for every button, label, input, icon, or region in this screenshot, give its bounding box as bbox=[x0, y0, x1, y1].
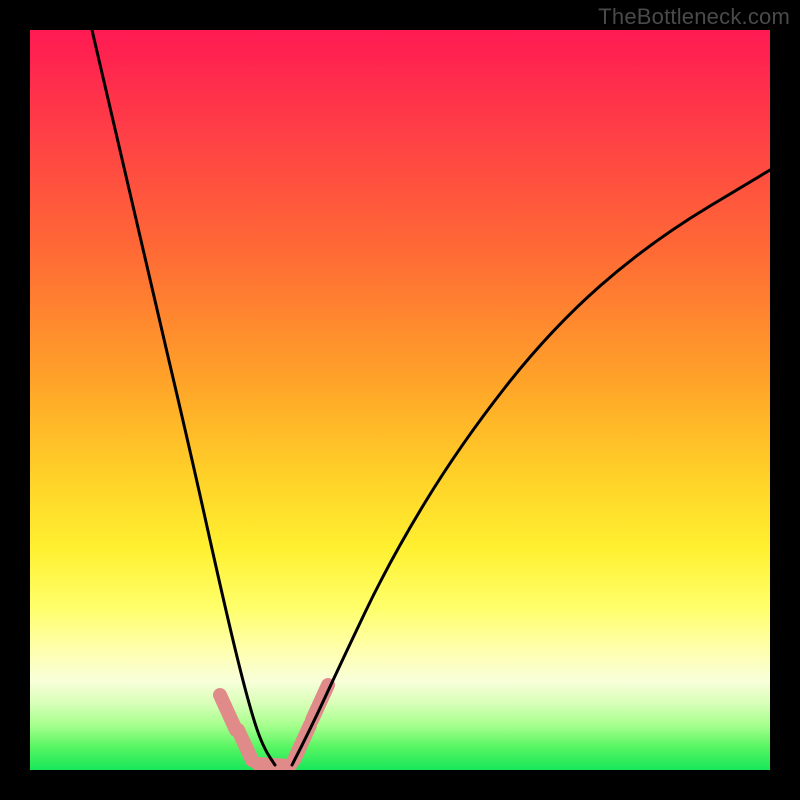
curve-group bbox=[92, 30, 770, 765]
watermark-text: TheBottleneck.com bbox=[598, 4, 790, 30]
chart-frame: TheBottleneck.com bbox=[0, 0, 800, 800]
curve-right-branch bbox=[292, 170, 770, 765]
curve-left-branch bbox=[92, 30, 275, 765]
plot-area bbox=[30, 30, 770, 770]
highlight-segment-4 bbox=[312, 685, 328, 720]
highlight-segment-1 bbox=[238, 730, 252, 760]
chart-svg bbox=[30, 30, 770, 770]
